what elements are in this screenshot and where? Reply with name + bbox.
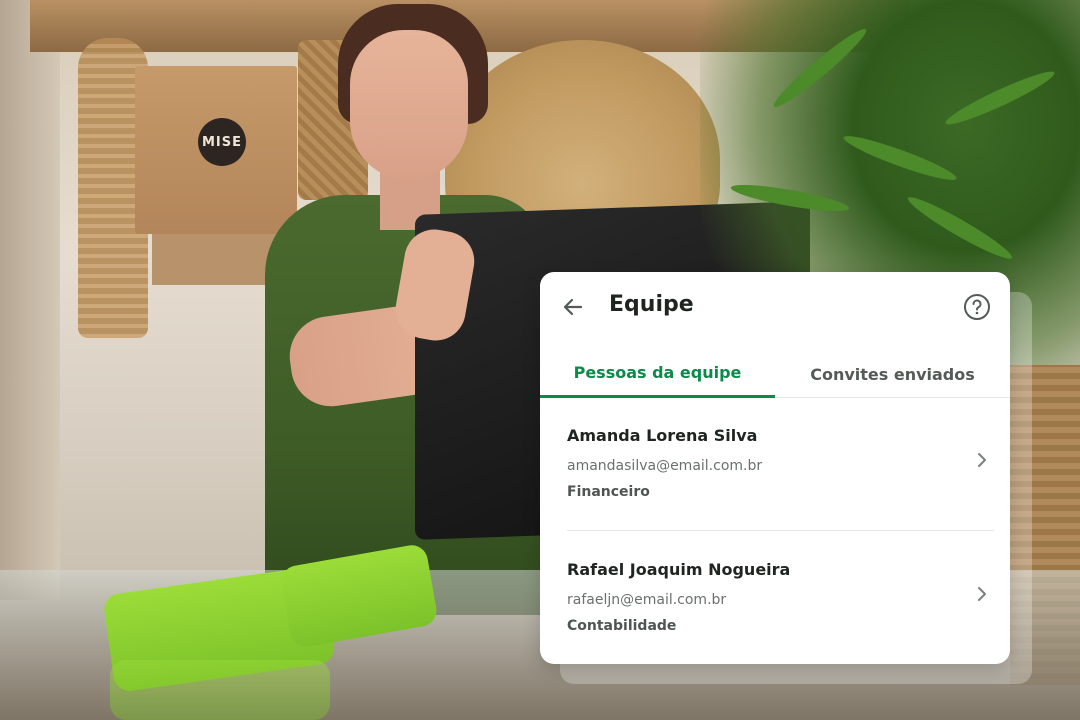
member-row[interactable]: Amanda Lorena Silva amandasilva@email.co…	[540, 402, 1010, 530]
chevron-right-icon	[972, 582, 992, 606]
row-divider	[567, 530, 994, 531]
wall-panel	[0, 0, 60, 600]
tab-bar: Pessoas da equipe Convites enviados	[540, 350, 1010, 398]
member-email: amandasilva@email.com.br	[567, 458, 763, 474]
team-panel: Equipe Pessoas da equipe Convites enviad…	[540, 272, 1010, 664]
member-role: Financeiro	[567, 484, 650, 500]
tab-sent-invites[interactable]: Convites enviados	[775, 350, 1010, 398]
member-role: Contabilidade	[567, 618, 677, 634]
question-circle-icon	[964, 294, 990, 320]
page-title: Equipe	[609, 292, 694, 317]
paper-bag-back	[152, 225, 282, 285]
member-row[interactable]: Rafael Joaquim Nogueira rafaeljn@email.c…	[540, 536, 1010, 664]
panel-header: Equipe	[540, 272, 1010, 342]
tab-team-members[interactable]: Pessoas da equipe	[540, 350, 775, 398]
person-face	[350, 30, 468, 180]
member-name: Rafael Joaquim Nogueira	[567, 560, 791, 579]
back-button[interactable]	[558, 292, 588, 322]
member-email: rafaeljn@email.com.br	[567, 592, 727, 608]
store-logo: MISE	[198, 118, 246, 166]
help-button[interactable]	[962, 292, 992, 322]
arrow-left-icon	[563, 298, 583, 316]
chevron-right-icon	[972, 448, 992, 472]
card-machine-reflection	[110, 660, 330, 720]
member-name: Amanda Lorena Silva	[567, 426, 758, 445]
